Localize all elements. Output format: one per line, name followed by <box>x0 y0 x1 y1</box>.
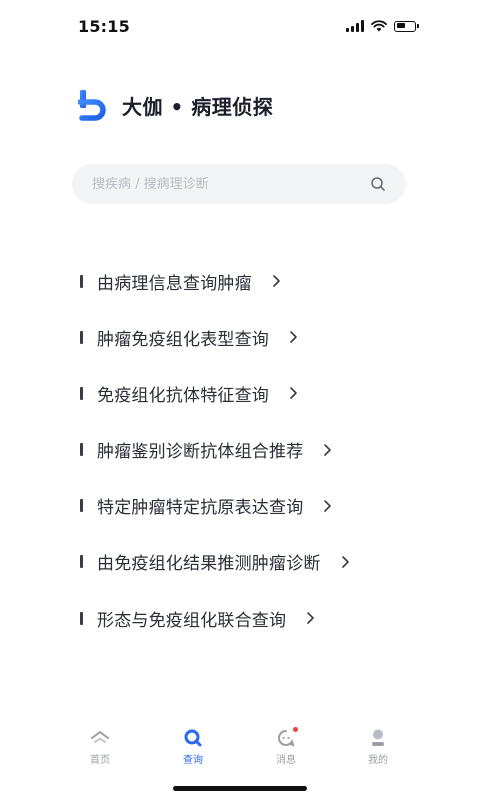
tab-home[interactable]: 首页 <box>70 728 130 766</box>
search-icon[interactable] <box>370 176 386 192</box>
menu-item-label: 肿瘤免疫组化表型查询 <box>97 329 269 350</box>
cellular-signal-icon <box>346 20 364 32</box>
chevron-right-icon <box>290 387 297 400</box>
bullet-bar-icon <box>80 386 83 400</box>
status-bar: 15:15 <box>0 0 480 50</box>
menu-item-infer-diagnosis-from-ihc[interactable]: 由免疫组化结果推测肿瘤诊断 <box>80 543 420 581</box>
bullet-bar-icon <box>80 611 83 625</box>
chevron-right-icon <box>324 499 332 512</box>
menu-item-query-tumor-by-pathology[interactable]: 由病理信息查询肿瘤 <box>80 262 420 300</box>
menu-item-label: 肿瘤鉴别诊断抗体组合推荐 <box>97 442 304 463</box>
status-time: 15:15 <box>78 17 130 36</box>
tab-profile[interactable]: 我的 <box>348 728 408 766</box>
search-bar[interactable] <box>72 164 406 204</box>
menu-item-tumor-ihc-phenotype[interactable]: 肿瘤免疫组化表型查询 <box>80 318 420 356</box>
bullet-bar-icon <box>80 443 83 457</box>
bullet-bar-icon <box>80 274 83 288</box>
chevron-right-icon <box>324 443 332 456</box>
tab-messages[interactable]: 消息 <box>256 727 316 766</box>
search-icon <box>183 728 203 748</box>
chevron-right-icon <box>290 331 297 343</box>
battery-icon <box>394 20 419 32</box>
status-icons <box>346 19 419 33</box>
bullet-bar-icon <box>80 330 83 344</box>
unread-badge-dot <box>293 727 298 732</box>
bottom-tab-bar: 首页 查询 消息 我的 <box>0 720 480 770</box>
tab-label: 首页 <box>90 755 110 766</box>
tab-label: 查询 <box>183 755 203 766</box>
menu-item-antigen-expression[interactable]: 特定肿瘤特定抗原表达查询 <box>80 487 420 525</box>
brand-logo-icon <box>78 90 106 121</box>
menu-item-differential-antibody-panel[interactable]: 肿瘤鉴别诊断抗体组合推荐 <box>80 431 420 469</box>
home-icon <box>90 728 110 748</box>
query-menu-list: 由病理信息查询肿瘤 肿瘤免疫组化表型查询 免疫组化抗体特征查询 肿瘤鉴别诊断抗体… <box>80 262 420 655</box>
bullet-bar-icon <box>80 499 83 513</box>
chevron-right-icon <box>341 556 349 568</box>
tab-search[interactable]: 查询 <box>163 728 223 766</box>
app-screen: 15:15 大伽 • 病理侦探 搜疾病 / 搜病理诊断 由病理信息查询肿瘤 肿瘤… <box>0 0 480 800</box>
tab-label: 消息 <box>276 755 296 766</box>
chevron-right-icon <box>307 612 315 624</box>
brand-name: 大伽 • 病理侦探 <box>122 94 274 119</box>
tab-label: 我的 <box>368 755 388 766</box>
brand-header: 大伽 • 病理侦探 <box>78 88 273 122</box>
menu-item-label: 形态与免疫组化联合查询 <box>97 610 287 631</box>
message-icon <box>276 727 298 748</box>
menu-item-label: 免疫组化抗体特征查询 <box>97 385 269 406</box>
chevron-right-icon <box>273 275 280 287</box>
menu-item-label: 特定肿瘤特定抗原表达查询 <box>97 498 304 519</box>
menu-item-label: 由免疫组化结果推测肿瘤诊断 <box>97 554 321 575</box>
menu-item-label: 由病理信息查询肿瘤 <box>97 273 252 294</box>
menu-item-morphology-ihc-combined[interactable]: 形态与免疫组化联合查询 <box>80 599 420 637</box>
wifi-icon <box>371 20 387 32</box>
search-input[interactable] <box>92 176 362 192</box>
menu-item-ihc-antibody-features[interactable]: 免疫组化抗体特征查询 <box>80 374 420 412</box>
bullet-bar-icon <box>80 555 83 569</box>
home-indicator[interactable] <box>173 786 307 791</box>
profile-icon <box>368 728 388 748</box>
